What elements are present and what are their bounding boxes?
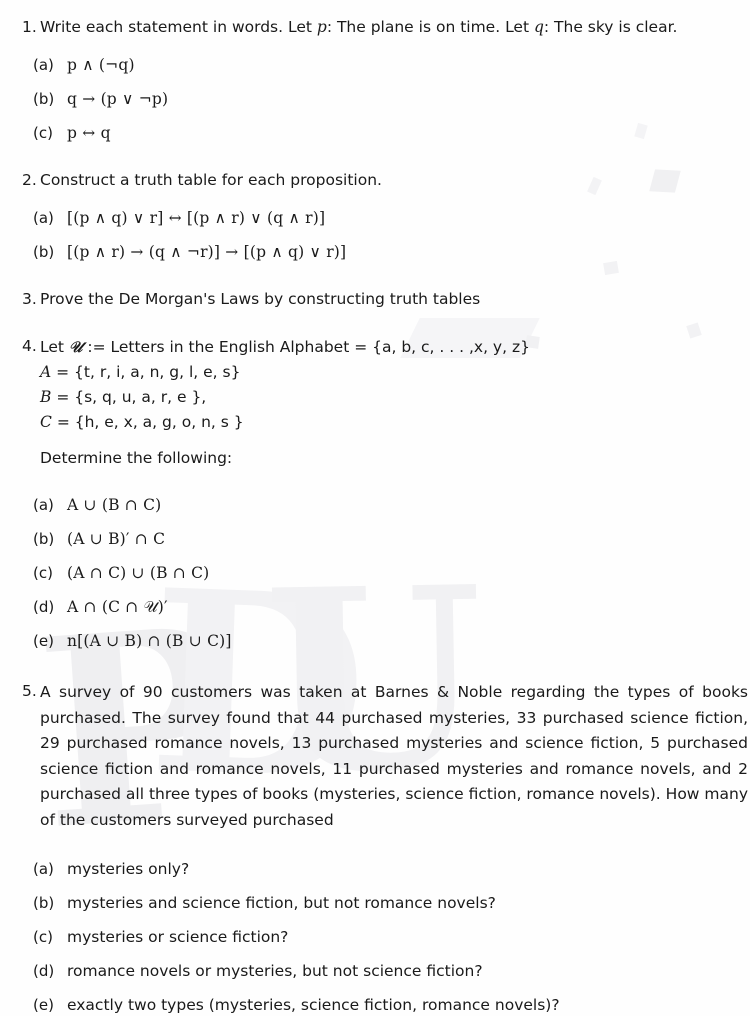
list-item: (c) p ↔ q xyxy=(33,122,750,144)
set-definition-b: B = {s, q, u, a, r, e }, xyxy=(40,385,748,410)
item-label-1c: (c) xyxy=(33,124,53,142)
item-label-4b: (b) xyxy=(33,530,55,548)
list-item: (b) [(p ∧ r) → (q ∧ ¬r)] → [(p ∧ q) ∨ r)… xyxy=(33,241,750,263)
list-item: (d) romance novels or mysteries, but not… xyxy=(33,960,750,982)
problem-3: 3. Prove the De Morgan's Laws by constru… xyxy=(0,288,750,310)
problem-2-number: 2. xyxy=(22,171,37,189)
item-label-5c: (c) xyxy=(33,928,53,946)
item-text-1a: p ∧ (¬q) xyxy=(67,56,135,74)
problem-5-number: 5. xyxy=(22,682,37,700)
problem-1-stem-tail: : The sky is clear. xyxy=(543,18,678,36)
set-value-b: = {s, q, u, a, r, e }, xyxy=(56,388,207,406)
problem-1: 1. Write each statement in words. Let p:… xyxy=(0,16,750,38)
problem-1-subitems: (a) p ∧ (¬q) (b) q → (p ∨ ¬p) (c) p ↔ q xyxy=(0,54,750,144)
list-item: (c) mysteries or science fiction? xyxy=(33,926,750,948)
problem-5-stem: A survey of 90 customers was taken at Ba… xyxy=(40,683,748,829)
problem-1-stem-mid: : The plane is on time. Let xyxy=(326,18,534,36)
item-label-5d: (d) xyxy=(33,962,55,980)
item-label-5a: (a) xyxy=(33,860,54,878)
problem-1-stem: Write each statement in words. Let p: Th… xyxy=(40,16,748,38)
list-item: (d) A ∩ (C ∩ 𝒰)′ xyxy=(33,596,750,618)
item-label-4d: (d) xyxy=(33,598,55,616)
list-item: (e) exactly two types (mysteries, scienc… xyxy=(33,994,750,1016)
proposition-variable-p: p xyxy=(316,18,327,36)
set-value-c: = {h, e, x, a, g, o, n, s } xyxy=(56,413,244,431)
set-name-b: B xyxy=(40,388,52,406)
problem-4-stem: Let 𝒰 := Letters in the English Alphabet… xyxy=(40,335,748,360)
item-label-2b: (b) xyxy=(33,243,55,261)
set-definition-a: A = {t, r, i, a, n, g, l, e, s} xyxy=(40,360,748,385)
item-label-5e: (e) xyxy=(33,996,54,1014)
problem-1-number: 1. xyxy=(22,18,37,36)
item-text-1b: q → (p ∨ ¬p) xyxy=(67,90,169,108)
item-text-2a: [(p ∧ q) ∨ r] ↔ [(p ∧ r) ∨ (q ∧ r)] xyxy=(67,209,326,227)
item-text-4c: (A ∩ C) ∪ (B ∩ C) xyxy=(67,564,210,582)
list-item: (b) (A ∪ B)′ ∩ C xyxy=(33,528,750,550)
item-text-2b: [(p ∧ r) → (q ∧ ¬r)] → [(p ∧ q) ∨ r)] xyxy=(67,243,347,261)
universal-set-symbol: 𝒰 xyxy=(68,338,83,356)
list-item: (b) mysteries and science fiction, but n… xyxy=(33,892,750,914)
problem-5: 5. A survey of 90 customers was taken at… xyxy=(0,680,750,833)
item-label-2a: (a) xyxy=(33,209,54,227)
item-label-1a: (a) xyxy=(33,56,54,74)
item-label-4c: (c) xyxy=(33,564,53,582)
set-name-a: A xyxy=(40,363,52,381)
list-item: (a) p ∧ (¬q) xyxy=(33,54,750,76)
item-label-4a: (a) xyxy=(33,496,54,514)
problem-5-subitems: (a) mysteries only? (b) mysteries and sc… xyxy=(0,858,750,1016)
list-item: (a) mysteries only? xyxy=(33,858,750,880)
problem-4-instruction: Determine the following: xyxy=(40,449,233,467)
problem-3-number: 3. xyxy=(22,290,37,308)
problem-4-subitems: (a) A ∪ (B ∩ C) (b) (A ∪ B)′ ∩ C (c) (A … xyxy=(0,494,750,652)
list-item: (a) [(p ∧ q) ∨ r] ↔ [(p ∧ r) ∨ (q ∧ r)] xyxy=(33,207,750,229)
list-item: (e) n[(A ∪ B) ∩ (B ∪ C)] xyxy=(33,630,750,652)
item-text-5a: mysteries only? xyxy=(67,860,190,878)
item-text-5e: exactly two types (mysteries, science fi… xyxy=(67,996,560,1014)
problem-1-stem-lead: Write each statement in words. Let xyxy=(40,18,317,36)
problem-3-stem: Prove the De Morgan's Laws by constructi… xyxy=(40,290,481,308)
item-label-4e: (e) xyxy=(33,632,54,650)
item-text-5c: mysteries or science fiction? xyxy=(67,928,289,946)
problem-4-number: 4. xyxy=(22,337,37,355)
list-item: (a) A ∪ (B ∩ C) xyxy=(33,494,750,516)
item-text-4e: n[(A ∪ B) ∩ (B ∪ C)] xyxy=(67,632,232,650)
item-label-5b: (b) xyxy=(33,894,55,912)
set-name-c: C xyxy=(40,413,52,431)
problem-4-stem-lead: Let xyxy=(40,338,69,356)
problem-4: 4. Let 𝒰 := Letters in the English Alpha… xyxy=(0,335,750,469)
item-text-4b: (A ∪ B)′ ∩ C xyxy=(67,530,166,548)
problem-2-stem: Construct a truth table for each proposi… xyxy=(40,171,382,189)
set-value-a: = {t, r, i, a, n, g, l, e, s} xyxy=(56,363,241,381)
set-definition-c: C = {h, e, x, a, g, o, n, s } xyxy=(40,410,748,435)
item-text-5b: mysteries and science fiction, but not r… xyxy=(67,894,496,912)
list-item: (b) q → (p ∨ ¬p) xyxy=(33,88,750,110)
item-text-4a: A ∪ (B ∩ C) xyxy=(67,496,162,514)
problem-2: 2. Construct a truth table for each prop… xyxy=(0,169,750,191)
item-label-1b: (b) xyxy=(33,90,55,108)
worksheet-page: 1. Write each statement in words. Let p:… xyxy=(0,0,750,1016)
problem-2-subitems: (a) [(p ∧ q) ∨ r] ↔ [(p ∧ r) ∨ (q ∧ r)] … xyxy=(0,207,750,263)
item-text-4d: A ∩ (C ∩ 𝒰)′ xyxy=(67,598,168,616)
list-item: (c) (A ∩ C) ∪ (B ∩ C) xyxy=(33,562,750,584)
item-text-1c: p ↔ q xyxy=(67,124,111,142)
item-text-5d: romance novels or mysteries, but not sci… xyxy=(67,962,483,980)
problem-4-stem-tail: := Letters in the English Alphabet = {a,… xyxy=(82,338,530,356)
proposition-variable-q: q xyxy=(533,18,544,36)
